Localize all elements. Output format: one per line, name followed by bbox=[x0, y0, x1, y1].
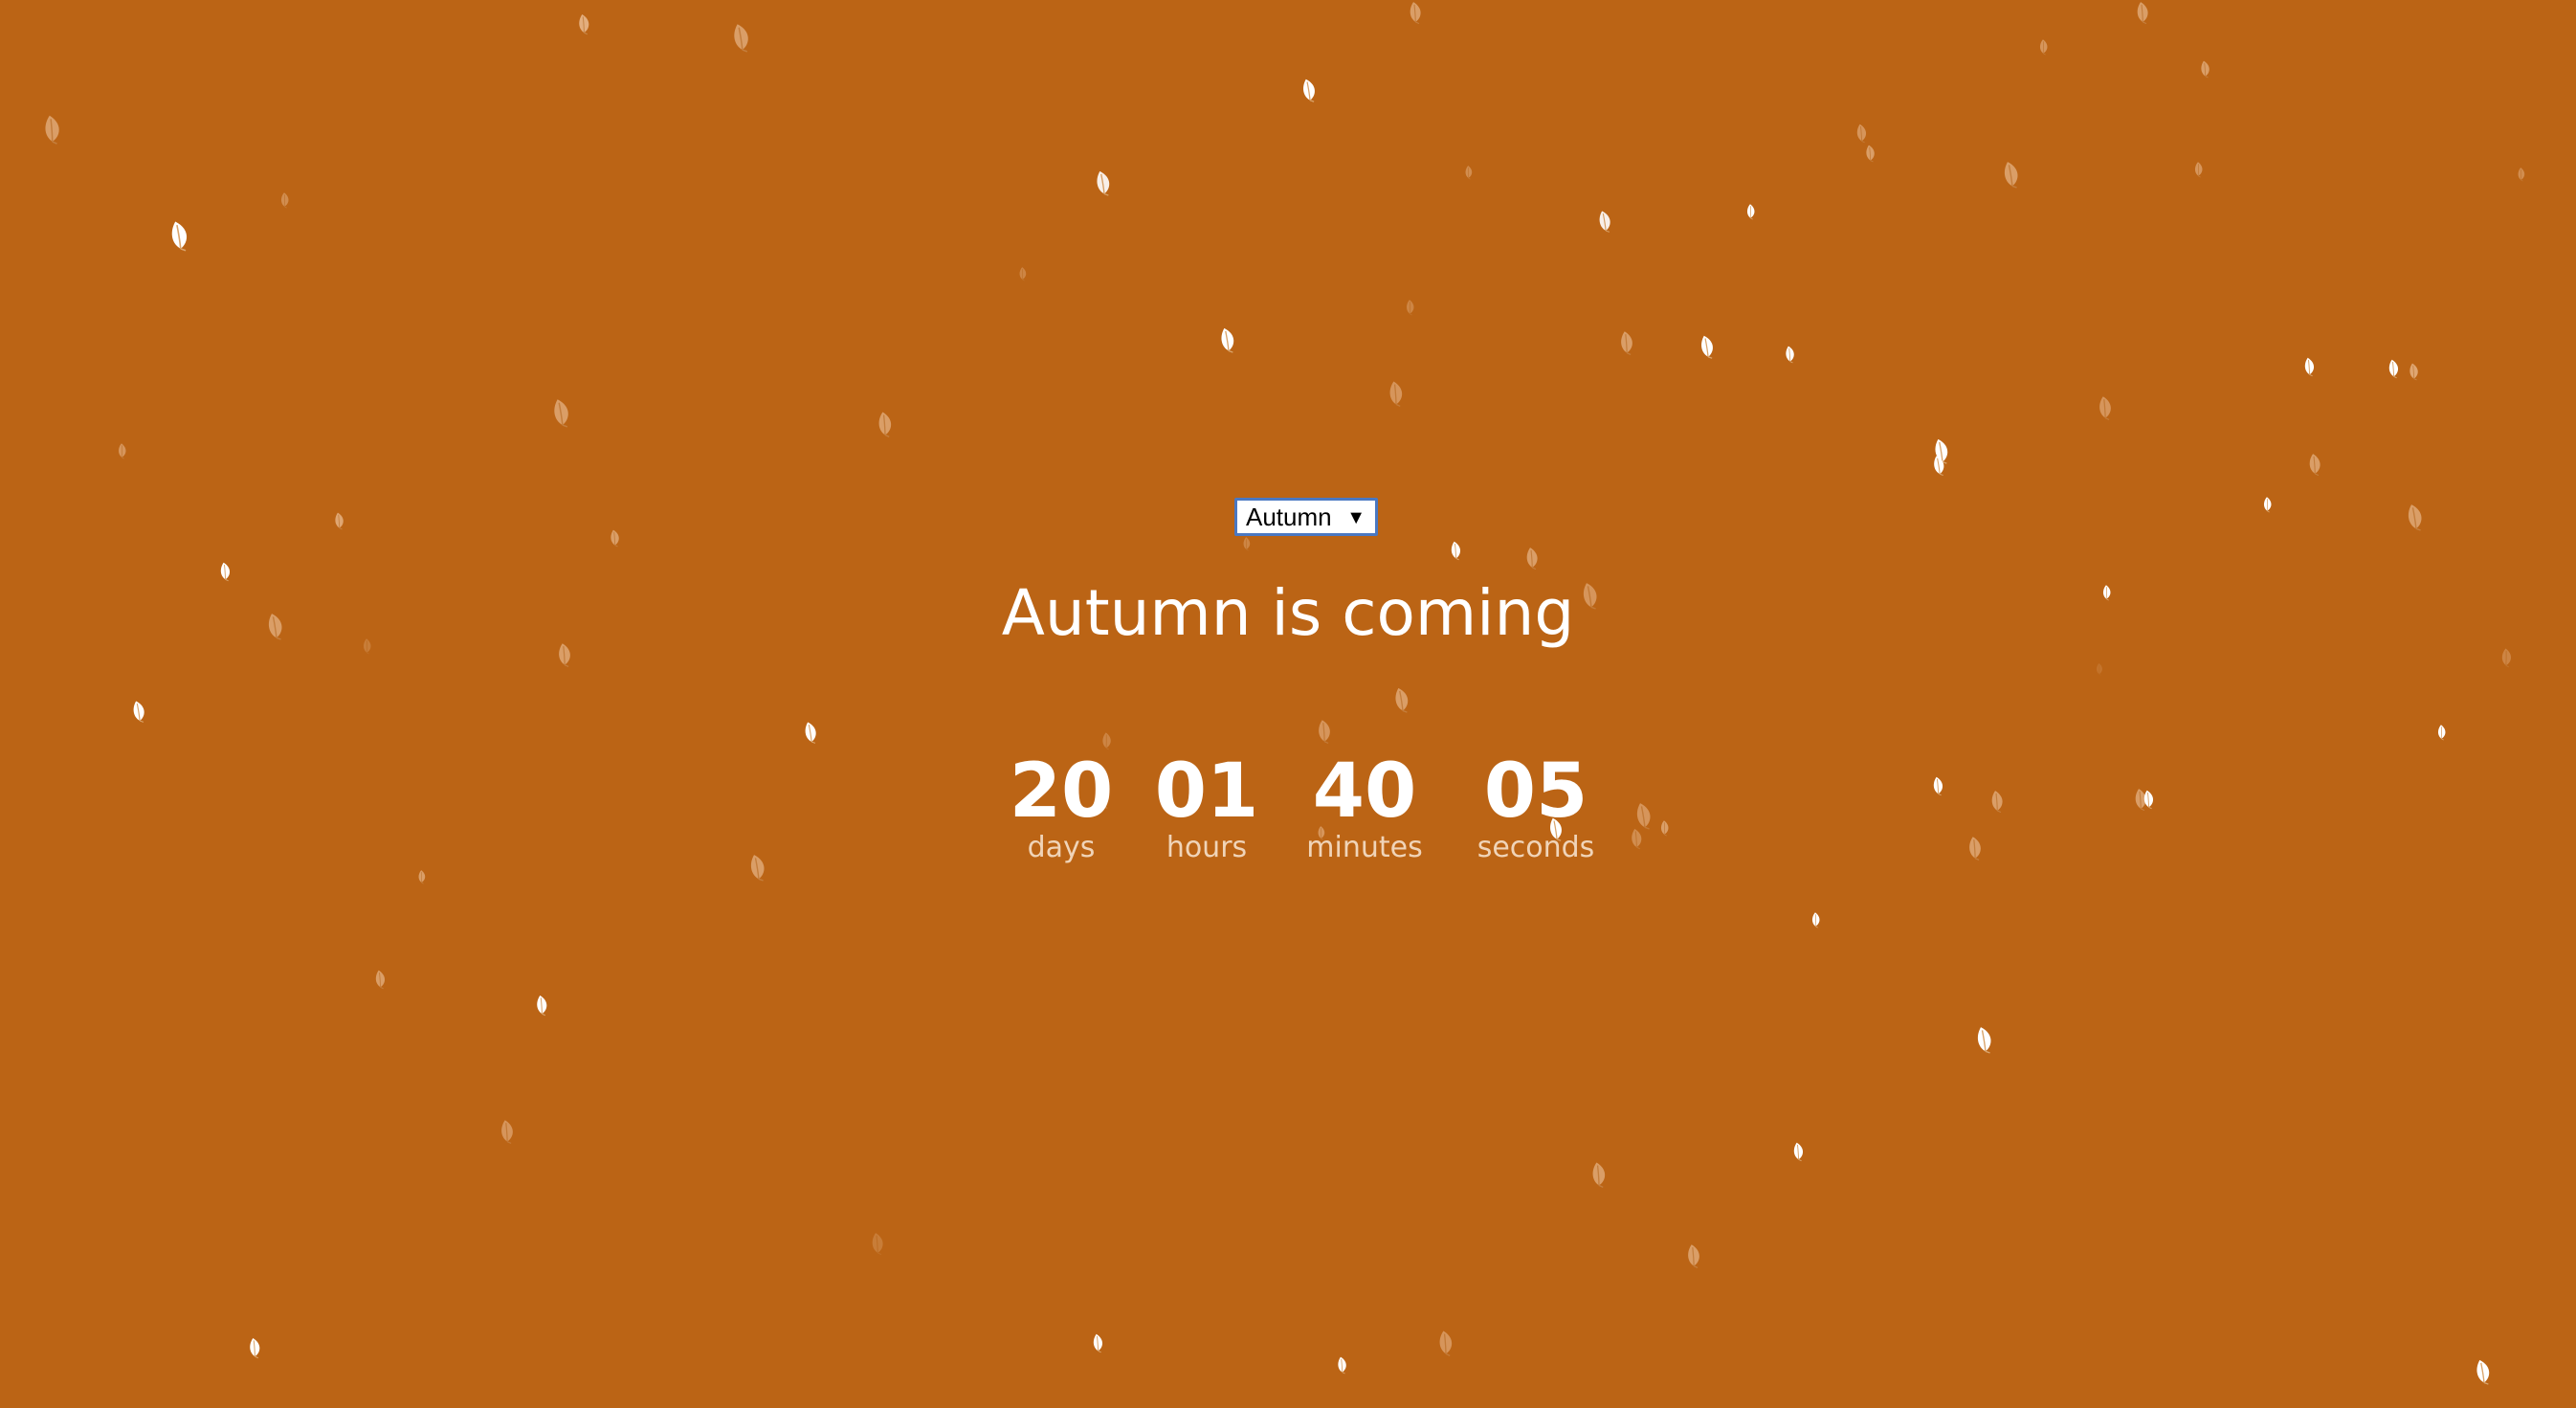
countdown-minutes-label: minutes bbox=[1306, 831, 1423, 864]
countdown-seconds: 05 seconds bbox=[1450, 749, 1622, 865]
countdown-hours-label: hours bbox=[1166, 831, 1248, 864]
countdown-hours: 01 hours bbox=[1121, 749, 1293, 865]
countdown-minutes: 40 minutes bbox=[1278, 749, 1451, 865]
season-select-value: Autumn bbox=[1246, 502, 1332, 531]
countdown-seconds-value: 05 bbox=[1483, 749, 1588, 835]
countdown-hours-value: 01 bbox=[1154, 749, 1259, 835]
countdown-seconds-label: seconds bbox=[1477, 831, 1595, 864]
page-title: Autumn is coming bbox=[1001, 576, 1575, 650]
countdown-timer: 20 days 01 hours 40 minutes 05 seconds bbox=[0, 749, 2576, 883]
triangle-down-icon: ▼ bbox=[1346, 507, 1366, 528]
season-select[interactable]: Autumn ▼ bbox=[1234, 498, 1378, 536]
countdown-minutes-value: 40 bbox=[1312, 749, 1417, 835]
countdown-panel: Autumn ▼ Autumn is coming 20 days 01 hou… bbox=[0, 0, 2576, 1408]
